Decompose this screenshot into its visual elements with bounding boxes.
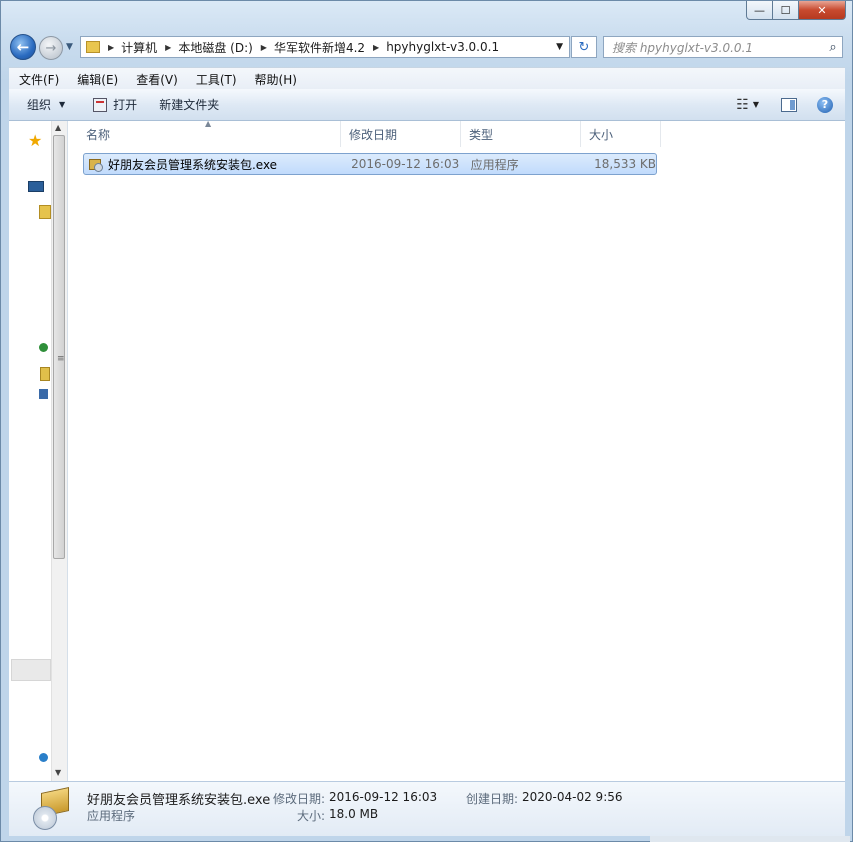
maximize-button[interactable]: ☐ — [773, 1, 799, 20]
column-name[interactable]: ▲ 名称 — [78, 119, 341, 147]
close-button[interactable]: ✕ — [799, 1, 846, 20]
new-folder-label: 新建文件夹 — [159, 98, 220, 112]
scroll-down-arrow-icon[interactable]: ▼ — [55, 768, 61, 777]
scrollbar-thumb[interactable]: ≡ — [53, 135, 65, 559]
details-file-name: 好朋友会员管理系统安装包.exe — [87, 793, 271, 808]
command-bar: 组织 ▼ 打开 新建文件夹 ☷ ▼ ? — [9, 89, 845, 121]
network-icon[interactable] — [39, 389, 48, 399]
details-modified-label: 修改日期: — [273, 792, 326, 806]
refresh-button[interactable]: ↻ — [571, 36, 597, 58]
installer-icon — [89, 157, 104, 172]
details-modified-value: 2016-09-12 16:03 — [329, 790, 438, 804]
breadcrumb-computer[interactable]: 计算机 — [121, 39, 157, 56]
menu-edit[interactable]: 编辑(E) — [67, 71, 126, 88]
back-arrow-icon: ← — [16, 38, 30, 56]
file-type: 应用程序 — [470, 157, 519, 172]
file-row[interactable]: 好朋友会员管理系统安装包.exe 2016-09-12 16:03 应用程序 1… — [83, 153, 657, 175]
open-button[interactable]: 打开 — [85, 89, 145, 120]
file-size: 18,533 KB — [594, 157, 657, 171]
back-button[interactable]: ← — [10, 34, 36, 60]
column-type-label: 类型 — [469, 127, 494, 142]
folder-icon — [86, 41, 100, 53]
computer-icon[interactable] — [40, 367, 50, 381]
view-icon[interactable]: ☷ — [736, 97, 749, 113]
column-modified[interactable]: 修改日期 — [341, 121, 461, 147]
homegroup-icon[interactable] — [39, 343, 48, 352]
open-icon — [93, 97, 108, 112]
search-box[interactable]: 搜索 hpyhyglxt-v3.0.0.1 ⌕ — [603, 36, 843, 58]
menu-help[interactable]: 帮助(H) — [245, 71, 305, 88]
column-size[interactable]: 大小 — [581, 121, 661, 147]
details-size-value: 18.0 MB — [329, 807, 379, 821]
chevron-down-icon: ▼ — [59, 100, 66, 109]
title-bar: — ☐ ✕ — [1, 1, 852, 29]
search-icon[interactable]: ⌕ — [824, 40, 842, 55]
breadcrumb-local-disk[interactable]: 本地磁盘 (D:) — [178, 39, 252, 56]
breadcrumb-separator[interactable]: ▶ — [261, 43, 267, 52]
open-label: 打开 — [113, 98, 138, 112]
column-name-label: 名称 — [86, 127, 111, 142]
details-pane: 好朋友会员管理系统安装包.exe 应用程序 修改日期: 2016-09-12 1… — [9, 781, 845, 836]
file-list: ▲ 名称 修改日期 类型 大小 好朋友会员管理系统安装包.exe 2016-09… — [68, 119, 845, 781]
desktop-icon[interactable] — [28, 181, 44, 192]
menu-file[interactable]: 文件(F) — [9, 71, 67, 88]
recent-pages-dropdown[interactable]: ▼ — [66, 42, 73, 52]
minimize-button[interactable]: — — [746, 1, 773, 20]
details-file-type: 应用程序 — [87, 809, 136, 823]
horizontal-scrollbar[interactable] — [11, 659, 51, 681]
search-input[interactable]: 搜索 hpyhyglxt-v3.0.0.1 — [612, 39, 824, 56]
refresh-icon: ↻ — [578, 39, 590, 55]
help-icon[interactable]: ? — [817, 96, 833, 113]
background-strip — [650, 836, 850, 842]
column-size-label: 大小 — [589, 127, 614, 142]
explorer-window: — ☐ ✕ ← → ▼ ▶ 计算机 ▶ 本地磁盘 (D:) ▶ 华军软件新增4.… — [0, 0, 853, 842]
breadcrumb-separator[interactable]: ▶ — [165, 43, 171, 52]
menu-tools[interactable]: 工具(T) — [186, 71, 245, 88]
details-created-label: 创建日期: — [466, 792, 519, 806]
navigation-pane: ★ ▲ ≡ ▼ — [9, 121, 68, 781]
library-icon[interactable] — [39, 205, 51, 219]
organize-button[interactable]: 组织 ▼ — [19, 89, 73, 120]
vertical-scrollbar[interactable]: ▲ ≡ ▼ — [51, 121, 67, 781]
organize-label: 组织 — [27, 98, 52, 112]
file-name: 好朋友会员管理系统安装包.exe — [107, 157, 278, 172]
breadcrumb-separator[interactable]: ▶ — [373, 43, 379, 52]
column-modified-label: 修改日期 — [349, 127, 398, 142]
breadcrumb-folder[interactable]: 华军软件新增4.2 — [274, 39, 365, 56]
address-bar[interactable]: ▶ 计算机 ▶ 本地磁盘 (D:) ▶ 华军软件新增4.2 ▶ hpyhyglx… — [80, 36, 570, 58]
preview-pane-icon[interactable] — [781, 97, 797, 112]
forward-button[interactable]: → — [39, 36, 63, 60]
menu-view[interactable]: 查看(V) — [126, 71, 186, 88]
address-dropdown[interactable]: ▼ — [556, 42, 563, 52]
caption-buttons: — ☐ ✕ — [746, 1, 846, 20]
sort-ascending-icon: ▲ — [205, 119, 212, 128]
installer-icon — [31, 787, 73, 832]
view-dropdown[interactable]: ▼ — [753, 100, 759, 109]
details-size-label: 大小: — [297, 809, 326, 823]
column-type[interactable]: 类型 — [461, 121, 581, 147]
details-created-value: 2020-04-02 9:56 — [522, 790, 623, 804]
grip-icon: ≡ — [57, 354, 65, 364]
globe-icon[interactable] — [39, 753, 48, 762]
file-modified: 2016-09-12 16:03 — [351, 157, 460, 171]
menu-bar: 文件(F) 编辑(E) 查看(V) 工具(T) 帮助(H) — [9, 67, 845, 90]
new-folder-button[interactable]: 新建文件夹 — [151, 89, 227, 120]
scroll-up-arrow-icon[interactable]: ▲ — [55, 123, 61, 132]
navigation-row: ← → ▼ ▶ 计算机 ▶ 本地磁盘 (D:) ▶ 华军软件新增4.2 ▶ hp… — [1, 33, 852, 61]
breadcrumb-separator[interactable]: ▶ — [108, 43, 114, 52]
toolbar-right: ☷ ▼ ? — [736, 96, 845, 113]
breadcrumb-current[interactable]: hpyhyglxt-v3.0.0.1 — [386, 40, 499, 54]
forward-arrow-icon: → — [45, 40, 57, 56]
favorites-star-icon[interactable]: ★ — [28, 131, 42, 150]
column-headers: ▲ 名称 修改日期 类型 大小 — [78, 119, 661, 147]
